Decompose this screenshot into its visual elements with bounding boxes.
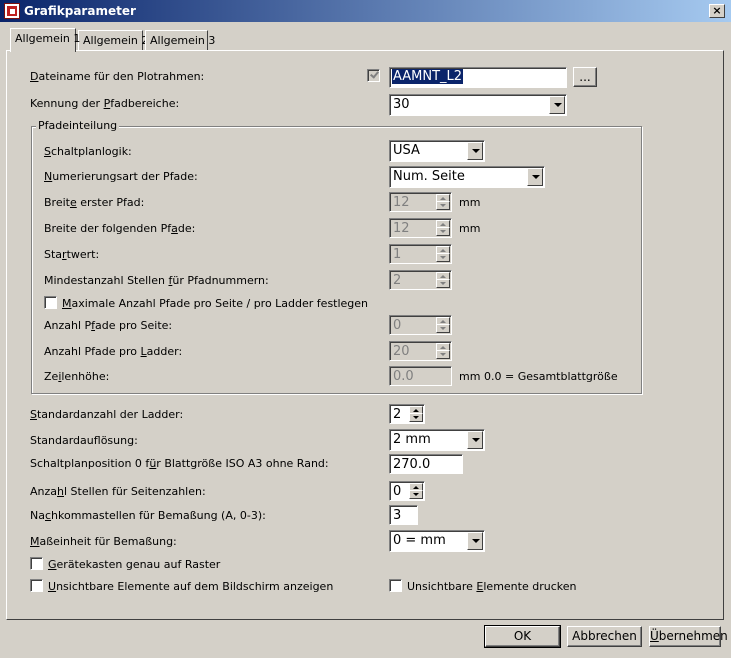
window-title: Grafikparameter [24, 4, 136, 18]
pathid-value: 30 [393, 97, 410, 112]
tab-label: Allgemein 3 [150, 34, 216, 47]
tab-allgemein-2[interactable]: Allgemein 2 [78, 30, 148, 50]
plotframe-filename-value: AAMNT_L2 [392, 69, 464, 84]
plotframe-filename-input[interactable]: AAMNT_L2 [389, 67, 567, 88]
plotframe-label: Dateiname für den Plotrahmen: [30, 70, 205, 83]
tab-allgemein-3[interactable]: Allgemein 3 [145, 30, 215, 50]
tab-allgemein-1[interactable]: Allgemein 1 [10, 28, 80, 52]
ok-button[interactable]: OK [484, 625, 561, 648]
chevron-down-icon[interactable] [549, 96, 565, 114]
title-bar: Grafikparameter × [0, 0, 731, 22]
tab-label: Allgemein 2 [83, 34, 149, 47]
cancel-button[interactable]: Abbrechen [567, 626, 642, 647]
app-icon [4, 3, 20, 19]
pathid-label: Kennung der Pfadbereiche: [30, 97, 180, 110]
pathid-combo[interactable]: 30 [389, 94, 567, 116]
close-button[interactable]: × [709, 4, 725, 18]
tab-panel [6, 50, 724, 620]
tab-label: Allgemein 1 [15, 32, 81, 45]
browse-button[interactable]: ... [573, 67, 597, 87]
apply-button[interactable]: Übernehmen [649, 626, 728, 647]
plotframe-checkbox[interactable] [367, 69, 380, 82]
